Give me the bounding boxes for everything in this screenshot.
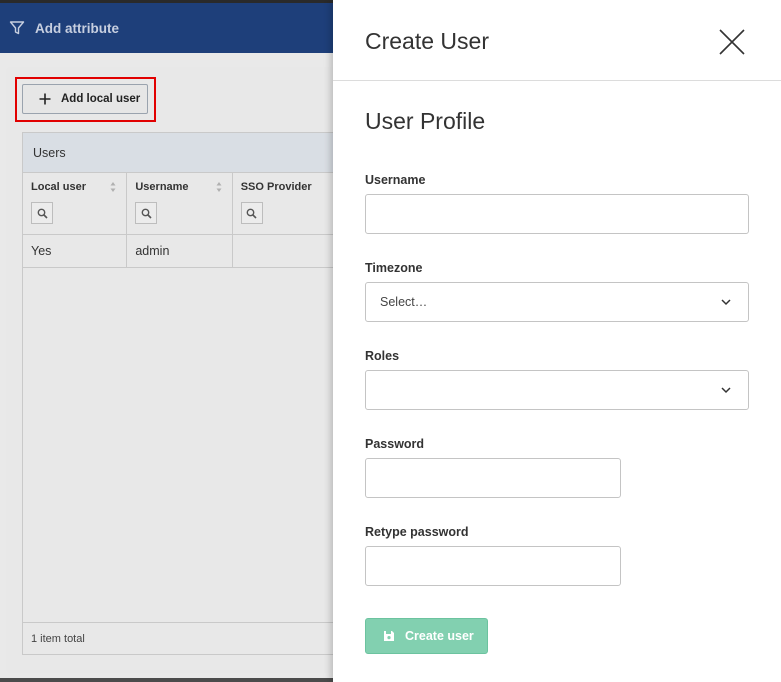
password-input[interactable] [365, 458, 621, 498]
username-input[interactable] [365, 194, 749, 234]
funnel-icon[interactable] [9, 20, 25, 36]
table-cell: Yes [23, 235, 128, 267]
timezone-select-value: Select… [380, 295, 428, 309]
roles-select[interactable] [365, 370, 749, 410]
section-title: User Profile [365, 108, 486, 134]
column-local-user[interactable]: Local user [23, 173, 128, 234]
username-label: Username [365, 173, 426, 187]
password-label: Password [365, 437, 425, 451]
users-panel-title: Users [23, 133, 341, 173]
table-row[interactable]: Yes admin [23, 235, 341, 268]
search-icon [37, 208, 48, 219]
column-sso-provider[interactable]: SSO Provider [233, 173, 341, 234]
column-username[interactable]: Username [127, 173, 233, 234]
add-attribute-label[interactable]: Add attribute [35, 21, 119, 36]
column-search-button[interactable] [135, 202, 158, 224]
retype-password-label: Retype password [365, 525, 469, 539]
save-icon [384, 631, 394, 641]
timezone-select[interactable]: Select… [365, 282, 749, 322]
add-local-user-label: Add local user [61, 93, 141, 105]
close-icon[interactable] [719, 29, 745, 55]
search-icon [141, 208, 152, 219]
table-cell [233, 235, 341, 267]
sort-icon[interactable] [216, 181, 222, 193]
bottom-strip [0, 678, 340, 682]
column-search-button[interactable] [31, 202, 53, 224]
roles-label: Roles [365, 349, 400, 363]
sort-icon[interactable] [110, 181, 116, 193]
drawer-title: Create User [365, 28, 489, 54]
create-user-button[interactable]: Create user [365, 618, 488, 654]
drawer-header: Create User [333, 0, 781, 81]
items-total-label: 1 item total [23, 622, 341, 654]
users-panel: Users Local user Username SSO Provider Y… [22, 132, 342, 655]
chevron-down-icon [721, 299, 731, 306]
top-bar: Add attribute [0, 3, 340, 53]
chevron-down-icon [721, 387, 731, 394]
column-label: SSO Provider [240, 181, 312, 193]
column-label: Local user [31, 181, 87, 193]
table-cell: admin [127, 235, 233, 267]
column-search-button[interactable] [240, 202, 263, 224]
retype-password-input[interactable] [365, 546, 621, 586]
timezone-label: Timezone [365, 261, 423, 275]
create-user-label: Create user [405, 629, 474, 643]
plus-icon [39, 93, 51, 105]
add-local-user-button[interactable]: Add local user [22, 84, 148, 114]
column-label: Username [135, 181, 189, 193]
create-user-drawer: Create User User Profile Username Timezo… [333, 0, 781, 682]
column-header-row: Local user Username SSO Provider [23, 173, 341, 235]
search-icon [246, 208, 257, 219]
